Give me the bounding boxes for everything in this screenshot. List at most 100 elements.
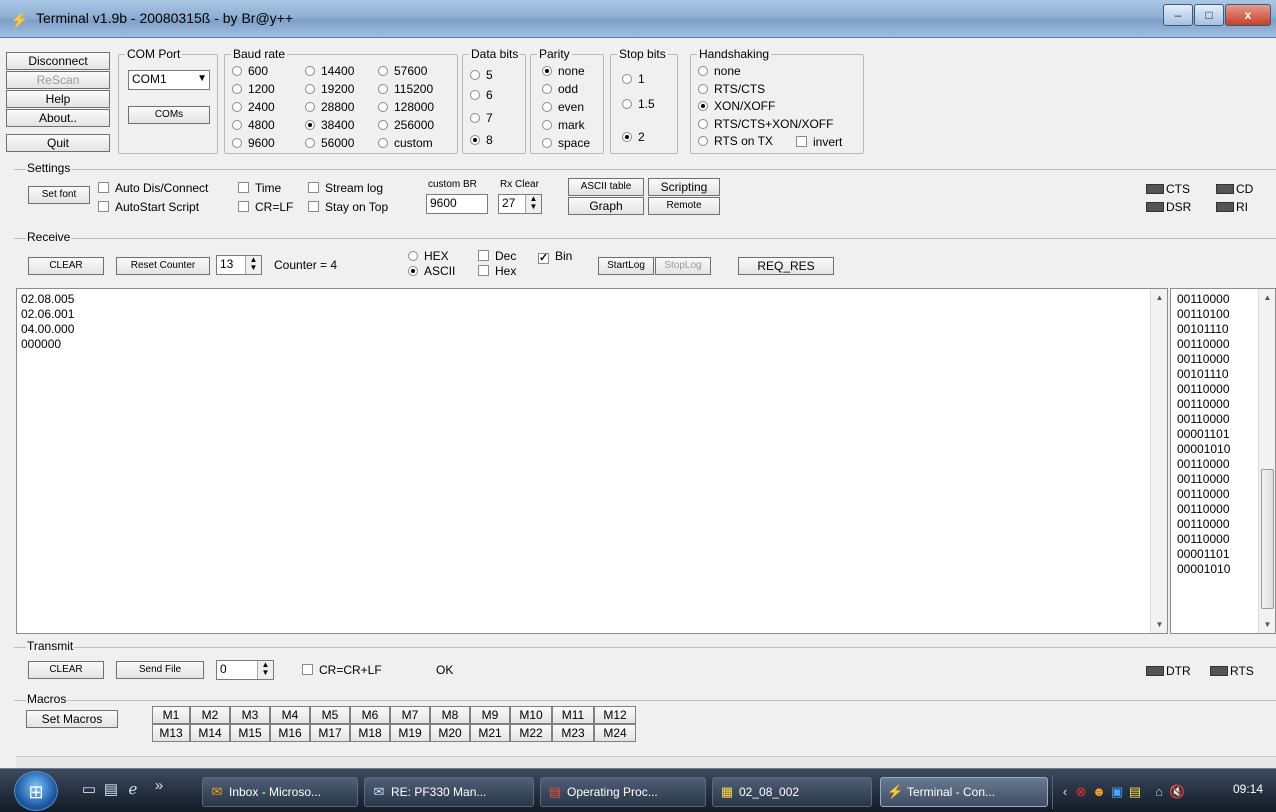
- radio-dot[interactable]: [622, 99, 632, 109]
- parity-mark[interactable]: mark: [542, 118, 585, 132]
- taskbar-item-3[interactable]: ▦ 02_08_002: [712, 777, 872, 807]
- dec-checkbox[interactable]: Dec: [478, 249, 516, 263]
- macro-button-m1[interactable]: M1: [152, 706, 190, 724]
- parity-none[interactable]: none: [542, 64, 585, 78]
- disconnect-button[interactable]: Disconnect: [6, 52, 110, 70]
- taskbar-item-1[interactable]: ✉ RE: PF330 Man...: [364, 777, 534, 807]
- req-res-button[interactable]: REQ_RES: [738, 257, 834, 275]
- data-bits-6[interactable]: 6: [470, 88, 493, 102]
- checkbox-box[interactable]: [98, 182, 109, 193]
- checkbox-box[interactable]: [308, 201, 319, 212]
- stop-bits-1-5[interactable]: 1.5: [622, 97, 655, 111]
- radio-dot[interactable]: [698, 101, 708, 111]
- spin-updown-icon[interactable]: ▲ ▼: [245, 256, 261, 274]
- cr-lf-checkbox[interactable]: CR=LF: [238, 200, 293, 214]
- quit-button[interactable]: Quit: [6, 134, 110, 152]
- parity-even[interactable]: even: [542, 100, 584, 114]
- overflow-chevron-icon[interactable]: »: [150, 777, 168, 795]
- tray-expand-icon[interactable]: ‹: [1057, 784, 1073, 800]
- hex-checkbox[interactable]: Hex: [478, 264, 516, 278]
- macro-button-m5[interactable]: M5: [310, 706, 350, 724]
- radio-dot[interactable]: [698, 118, 708, 129]
- radio-dot[interactable]: [542, 66, 552, 76]
- radio-dot[interactable]: [542, 84, 552, 94]
- macro-button-m4[interactable]: M4: [270, 706, 310, 724]
- radio-dot[interactable]: [378, 84, 388, 94]
- radio-dot[interactable]: [470, 70, 480, 80]
- parity-space[interactable]: space: [542, 136, 590, 150]
- receive-scrollbar[interactable]: ▲ ▼: [1150, 289, 1167, 633]
- macro-button-m23[interactable]: M23: [552, 724, 594, 742]
- baud-57600[interactable]: 57600: [378, 64, 427, 78]
- scroll-up-icon[interactable]: ▲: [1151, 293, 1168, 302]
- dtr-indicator[interactable]: DTR: [1146, 664, 1191, 678]
- spin-updown-icon[interactable]: ▲ ▼: [525, 195, 541, 213]
- macro-button-m2[interactable]: M2: [190, 706, 230, 724]
- scroll-up-icon[interactable]: ▲: [1259, 293, 1276, 302]
- macro-button-m3[interactable]: M3: [230, 706, 270, 724]
- checkbox-box[interactable]: [302, 664, 313, 675]
- show-desktop-icon[interactable]: ▭: [80, 781, 98, 799]
- ie-icon[interactable]: ℯ: [124, 781, 142, 799]
- checkbox-box[interactable]: [308, 182, 319, 193]
- close-button[interactable]: x: [1225, 4, 1271, 26]
- rts-indicator[interactable]: RTS: [1210, 664, 1254, 678]
- checkbox-box[interactable]: [478, 265, 489, 276]
- macro-button-m24[interactable]: M24: [594, 724, 636, 742]
- reset-counter-button[interactable]: Reset Counter: [116, 257, 210, 275]
- stream-log-checkbox[interactable]: Stream log: [308, 181, 383, 195]
- radio-dot[interactable]: [305, 66, 315, 76]
- checkbox-box[interactable]: [98, 201, 109, 212]
- rx-clear-input[interactable]: 27 ▲ ▼: [498, 194, 542, 214]
- data-bits-5[interactable]: 5: [470, 68, 493, 82]
- security-alert-icon[interactable]: ⊗: [1073, 784, 1089, 800]
- radio-dot[interactable]: [408, 251, 418, 261]
- about-button[interactable]: About..: [6, 109, 110, 127]
- com-port-select[interactable]: COM1 ▼: [128, 70, 210, 90]
- macro-button-m11[interactable]: M11: [552, 706, 594, 724]
- radio-dot[interactable]: [232, 120, 242, 130]
- maximize-button[interactable]: □: [1194, 4, 1224, 26]
- rescan-button[interactable]: ReScan: [6, 71, 110, 89]
- radio-dot[interactable]: [378, 102, 388, 112]
- scroll-down-icon[interactable]: ▼: [1259, 620, 1276, 629]
- title-bar[interactable]: ⚡ Terminal v1.9b - 20080315ß - by Br@y++…: [0, 0, 1276, 38]
- radio-dot[interactable]: [622, 74, 632, 84]
- macro-button-m13[interactable]: M13: [152, 724, 190, 742]
- volume-muted-icon[interactable]: 🔇: [1169, 784, 1185, 800]
- radio-dot[interactable]: [622, 132, 632, 142]
- baud-19200[interactable]: 19200: [305, 82, 354, 96]
- checkbox-box[interactable]: [478, 250, 489, 261]
- radio-dot[interactable]: [698, 83, 708, 94]
- baud-56000[interactable]: 56000: [305, 136, 354, 150]
- auto-dis-connect-checkbox[interactable]: Auto Dis/Connect: [98, 181, 208, 195]
- start-button[interactable]: ⊞: [14, 771, 58, 811]
- stop-bits-1[interactable]: 1: [622, 72, 645, 86]
- baud-9600[interactable]: 9600: [232, 136, 275, 150]
- macro-button-m16[interactable]: M16: [270, 724, 310, 742]
- radio-dot[interactable]: [542, 120, 552, 130]
- radio-dot[interactable]: [470, 135, 480, 145]
- stop-log-button[interactable]: StopLog: [655, 257, 711, 275]
- cr-cr-lf-checkbox[interactable]: CR=CR+LF: [302, 663, 382, 677]
- radio-dot[interactable]: [698, 136, 708, 146]
- macro-button-m7[interactable]: M7: [390, 706, 430, 724]
- radio-dot[interactable]: [470, 90, 480, 100]
- checkbox-box[interactable]: [238, 182, 249, 193]
- radio-dot[interactable]: [232, 66, 242, 76]
- handshake-0[interactable]: none: [698, 64, 741, 78]
- macro-button-m21[interactable]: M21: [470, 724, 510, 742]
- baud-38400[interactable]: 38400: [305, 118, 354, 132]
- radio-dot[interactable]: [470, 113, 480, 123]
- macro-button-m12[interactable]: M12: [594, 706, 636, 724]
- macro-button-m22[interactable]: M22: [510, 724, 552, 742]
- taskbar-item-0[interactable]: ✉ Inbox - Microso...: [202, 777, 358, 807]
- macro-button-m10[interactable]: M10: [510, 706, 552, 724]
- ascii-radio[interactable]: ASCII: [408, 264, 455, 278]
- stay-on-top-checkbox[interactable]: Stay on Top: [308, 200, 388, 214]
- custom-br-input[interactable]: 9600: [426, 194, 488, 214]
- stop-bits-2[interactable]: 2: [622, 130, 645, 144]
- transmit-clear-button[interactable]: CLEAR: [28, 661, 104, 679]
- macro-button-m18[interactable]: M18: [350, 724, 390, 742]
- receive-clear-button[interactable]: CLEAR: [28, 257, 104, 275]
